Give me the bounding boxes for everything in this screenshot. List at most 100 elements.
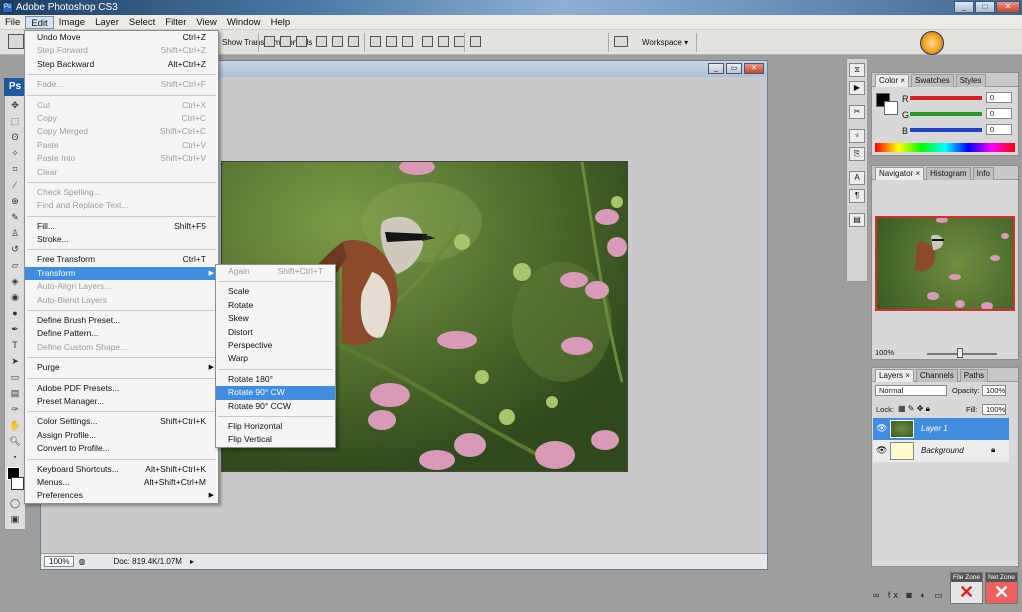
clone-stamp-tool-icon[interactable]: ♙ — [5, 225, 25, 241]
edit-menu-item-cut[interactable]: Cut Ctrl+X — [25, 99, 218, 112]
edit-menu-item-check-spelling[interactable]: Check Spelling... — [25, 186, 218, 199]
menu-help[interactable]: Help — [266, 16, 296, 29]
edit-menu-item-adobe-pdf-presets[interactable]: Adobe PDF Presets... — [25, 382, 218, 395]
transform-menu-item-again[interactable]: Again Shift+Ctrl+T — [216, 265, 335, 278]
slice-tool-icon[interactable]: ∕ — [5, 177, 25, 193]
doc-restore-button[interactable]: ▭ — [726, 63, 742, 74]
navigator-zoom[interactable]: 100% — [875, 348, 894, 357]
tab-channels[interactable]: Channels — [915, 369, 958, 382]
tab-navigator[interactable]: Navigator × — [875, 167, 925, 180]
menu-edit[interactable]: Edit — [25, 15, 54, 29]
edit-menu-item-copy[interactable]: Copy Ctrl+C — [25, 112, 218, 125]
default-colors-icon[interactable]: ▪ — [5, 449, 25, 465]
tool-presets-icon[interactable]: ✂ — [849, 105, 865, 119]
hand-tool-icon[interactable]: ✋ — [5, 417, 25, 433]
marquee-tool-icon[interactable]: ⬚ — [5, 113, 25, 129]
channel-b-slider[interactable] — [910, 128, 982, 132]
path-selection-tool-icon[interactable]: ➤ — [5, 353, 25, 369]
minimize-button[interactable]: _ — [954, 1, 974, 13]
doc-close-button[interactable]: ✕ — [744, 63, 764, 74]
eye-icon[interactable]: 👁︎ — [876, 445, 887, 456]
paragraph-panel-icon[interactable]: ¶ — [849, 189, 865, 203]
edit-menu-item-undo-move[interactable]: Undo Move Ctrl+Z — [25, 31, 218, 44]
align-hcenter-icon[interactable] — [332, 36, 343, 47]
net-zone[interactable]: Net Zone ✕ — [985, 572, 1018, 604]
menu-layer[interactable]: Layer — [90, 16, 124, 29]
move-tool-icon[interactable]: ✥ — [5, 97, 25, 113]
eraser-tool-icon[interactable]: ▱ — [5, 257, 25, 273]
transform-menu-item-rotate-180[interactable]: Rotate 180° — [216, 373, 335, 386]
type-tool-icon[interactable]: T — [5, 337, 25, 353]
auto-align-icon[interactable] — [470, 36, 481, 47]
lasso-tool-icon[interactable]: ʘ — [5, 129, 25, 145]
edit-menu-item-fill[interactable]: Fill... Shift+F5 — [25, 220, 218, 233]
edit-menu-item-free-transform[interactable]: Free Transform Ctrl+T — [25, 253, 218, 266]
distribute-vcenter-icon[interactable] — [386, 36, 397, 47]
bridge-icon[interactable] — [920, 31, 944, 55]
clone-source-icon[interactable]: ⎘ — [849, 147, 865, 161]
transform-menu-item-distort[interactable]: Distort — [216, 326, 335, 339]
history-brush-tool-icon[interactable]: ↺ — [5, 241, 25, 257]
tab-layers[interactable]: Layers × — [875, 369, 914, 382]
edit-menu-item-purge[interactable]: Purge ▶ — [25, 361, 218, 374]
color-background-swatch[interactable] — [884, 101, 898, 115]
brush-tool-icon[interactable]: ✎ — [5, 209, 25, 225]
healing-brush-tool-icon[interactable]: ⊕ — [5, 193, 25, 209]
edit-menu-item-color-settings[interactable]: Color Settings... Shift+Ctrl+K — [25, 415, 218, 428]
align-bottom-icon[interactable] — [296, 36, 307, 47]
pen-tool-icon[interactable]: ✒ — [5, 321, 25, 337]
edit-menu-item-transform[interactable]: Transform ▶ — [25, 266, 218, 281]
distribute-hcenter-icon[interactable] — [438, 36, 449, 47]
transform-menu-item-perspective[interactable]: Perspective — [216, 339, 335, 352]
tab-info[interactable]: Info — [972, 167, 994, 180]
doc-minimize-button[interactable]: _ — [708, 63, 724, 74]
navigator-thumbnail[interactable] — [875, 216, 1015, 311]
screen-mode-icon[interactable]: ▣ — [5, 511, 25, 527]
menu-view[interactable]: View — [191, 16, 221, 29]
actions-panel-icon[interactable]: ▶ — [849, 81, 865, 95]
fill-field[interactable]: 100% — [982, 404, 1006, 415]
transform-menu-item-warp[interactable]: Warp — [216, 352, 335, 365]
menu-image[interactable]: Image — [54, 16, 90, 29]
edit-menu-item-auto-blend-layers[interactable]: Auto-Blend Layers — [25, 294, 218, 307]
tab-styles[interactable]: Styles — [955, 74, 986, 87]
edit-menu-item-paste-into[interactable]: Paste Into Shift+Ctrl+V — [25, 152, 218, 165]
transform-menu-item-flip-vertical[interactable]: Flip Vertical — [216, 433, 335, 446]
edit-menu-item-find-and-replace-text[interactable]: Find and Replace Text... — [25, 199, 218, 212]
channel-g-slider[interactable] — [910, 112, 982, 116]
character-panel-icon[interactable]: A — [849, 171, 865, 185]
status-icon[interactable]: ◍ — [74, 557, 89, 566]
edit-menu-item-convert-to-profile[interactable]: Convert to Profile... — [25, 442, 218, 455]
edit-menu-item-keyboard-shortcuts[interactable]: Keyboard Shortcuts... Alt+Shift+Ctrl+K — [25, 463, 218, 476]
edit-menu-item-define-custom-shape[interactable]: Define Custom Shape... — [25, 341, 218, 354]
align-top-icon[interactable] — [264, 36, 275, 47]
eye-icon[interactable]: 👁︎ — [876, 423, 887, 434]
edit-menu-item-define-brush-preset[interactable]: Define Brush Preset... — [25, 314, 218, 327]
zoom-tool-icon[interactable]: 🔍︎ — [5, 433, 25, 449]
transform-menu-item-scale[interactable]: Scale — [216, 285, 335, 298]
crop-tool-icon[interactable]: ⌗ — [5, 161, 25, 177]
dodge-tool-icon[interactable]: ● — [5, 305, 25, 321]
channel-b-value[interactable]: 0 — [986, 124, 1012, 135]
edit-menu-item-step-forward[interactable]: Step Forward Shift+Ctrl+Z — [25, 44, 218, 57]
blend-mode-select[interactable]: Normal — [875, 385, 947, 396]
layer-comps-icon[interactable]: ▤ — [849, 213, 865, 227]
channel-r-value[interactable]: 0 — [986, 92, 1012, 103]
edit-menu-item-menus[interactable]: Menus... Alt+Shift+Ctrl+M — [25, 476, 218, 489]
status-arrow-icon[interactable]: ▸ — [186, 557, 198, 566]
doc-info[interactable]: Doc: 819.4K/1.07M — [109, 557, 185, 566]
opacity-field[interactable]: 100% — [982, 385, 1006, 396]
distribute-bottom-icon[interactable] — [402, 36, 413, 47]
edit-menu-item-clear[interactable]: Clear — [25, 166, 218, 179]
layer-row-layer-1[interactable]: 👁︎ Layer 1 — [873, 418, 1009, 440]
blur-tool-icon[interactable]: ◉ — [5, 289, 25, 305]
menu-window[interactable]: Window — [222, 16, 266, 29]
color-spectrum-ramp[interactable] — [875, 143, 1015, 152]
eyedropper-tool-icon[interactable]: ✑ — [5, 401, 25, 417]
menu-file[interactable]: File — [0, 16, 25, 29]
edit-menu-item-step-backward[interactable]: Step Backward Alt+Ctrl+Z — [25, 58, 218, 71]
workspace-dropdown[interactable]: Workspace ▾ — [642, 38, 688, 47]
transform-menu-item-rotate-90-cw[interactable]: Rotate 90° CW — [216, 386, 335, 400]
edit-menu-item-copy-merged[interactable]: Copy Merged Shift+Ctrl+C — [25, 125, 218, 138]
distribute-top-icon[interactable] — [370, 36, 381, 47]
